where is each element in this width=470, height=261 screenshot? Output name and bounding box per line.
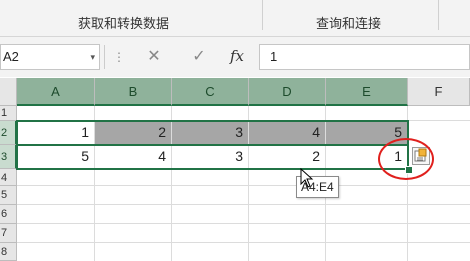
cell-b2[interactable]: 2 [95,121,172,145]
cell-c2[interactable]: 3 [172,121,249,145]
column-header-b[interactable]: B [95,78,172,106]
cell-a2[interactable]: 1 [17,121,95,145]
row-header-6[interactable]: 6 [0,205,17,224]
arrow-cursor-icon [300,168,314,188]
enter-icon[interactable]: ✓ [188,46,210,66]
ribbon-group-get-transform-data: 获取和转换数据 [78,16,170,31]
chevron-down-icon[interactable]: ▾ [90,45,95,69]
formula-input[interactable]: 1 [259,44,470,70]
gridline [17,223,470,224]
cell-d2[interactable]: 4 [249,121,326,145]
row-header-7[interactable]: 7 [0,224,17,243]
cell-d3[interactable]: 2 [249,145,326,169]
cell-b3[interactable]: 4 [95,145,172,169]
row-header-4[interactable]: 4 [0,169,17,186]
formula-bar-separator [104,45,105,69]
column-header-f[interactable]: F [408,78,470,106]
spreadsheet-grid: A B C D E F 1 2 3 4 5 6 7 8 1 2 3 4 5 5 … [0,78,470,261]
insert-function-icon[interactable]: fx [226,47,248,65]
ribbon-separator [262,0,263,30]
gridline [17,185,470,186]
row-header-3[interactable]: 3 [0,145,17,169]
cell-a3[interactable]: 5 [17,145,95,169]
cancel-icon[interactable]: ✕ [143,46,165,66]
formula-bar: A2 ▾ ⋮ ✕ ✓ fx 1 [0,37,470,77]
ribbon-separator [438,0,439,30]
row-header-2[interactable]: 2 [0,121,17,145]
column-header-a[interactable]: A [17,78,95,106]
annotation-circle [378,138,434,180]
ribbon-group-queries-connections: 查询和连接 [316,16,382,31]
name-box-value: A2 [3,49,19,64]
column-header-d[interactable]: D [249,78,326,106]
row-header-8[interactable]: 8 [0,243,17,261]
ribbon: 获取和转换数据 查询和连接 [0,0,470,37]
column-header-e[interactable]: E [326,78,408,106]
gridline [17,204,470,205]
gridline [17,242,470,243]
cell-c3[interactable]: 3 [172,145,249,169]
select-all-corner[interactable] [0,78,17,106]
drag-handle-icon[interactable]: ⋮ [113,50,126,64]
name-box[interactable]: A2 ▾ [0,44,100,70]
row-header-5[interactable]: 5 [0,186,17,205]
row-header-1[interactable]: 1 [0,106,17,121]
column-header-c[interactable]: C [172,78,249,106]
